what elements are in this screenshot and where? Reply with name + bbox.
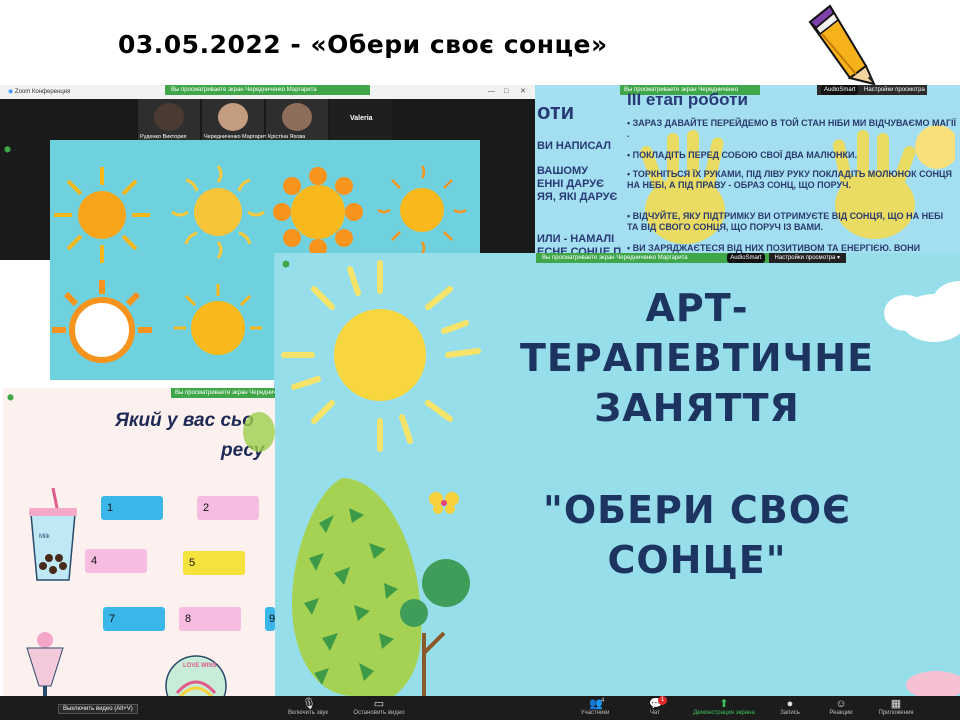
cut-text: ИЛИ - НАМАЛІ [537, 233, 615, 245]
step-bullet: • ТОРКНІТЬСЯ ЇХ РУКАМИ, ПІД ЛІВУ РУКУ ПО… [627, 169, 952, 190]
participants-button[interactable]: 👥 Участники 4 [570, 696, 620, 720]
share-notice-text: Вы просматриваете экран Чередниченко Мар… [171, 87, 317, 93]
sun-icon [54, 167, 150, 263]
resource-option[interactable]: 4 [85, 549, 147, 573]
share-notice-bar: Вы просматриваете экран Чередниченко Мар… [165, 85, 370, 95]
cut-text: ЕННІ ДАРУЄ [537, 178, 604, 190]
cut-text: ЯЯ, ЯКІ ДАРУЄ [537, 191, 618, 203]
microphone-icon: 🎙 [302, 698, 316, 710]
participant-video [154, 103, 184, 131]
close-icon[interactable]: ✕ [520, 85, 526, 99]
sundae-icon [26, 632, 64, 702]
cut-text: ВИ НАПИСАЛ [537, 140, 611, 152]
page-title: 03.05.2022 - «Обери своє сонце» [118, 30, 608, 59]
participant-name: Valeria [350, 115, 373, 122]
maximize-icon[interactable]: □ [504, 85, 508, 99]
participants-icon: 👥 [589, 698, 603, 710]
step-left-heading: оти [537, 99, 575, 124]
share-screen-button[interactable]: ⬆ Демонстрация экрана [686, 696, 762, 720]
slide-title-line: СОНЦЕ" [607, 538, 787, 582]
slide-title-line: "ОБЕРИ СВОЄ [543, 488, 851, 532]
reactions-button[interactable]: ☺ Реакции [818, 696, 864, 720]
shield-icon: ⬢ [7, 393, 14, 402]
share-notice-bar: Вы просматриваете экран Чередниченко [171, 388, 275, 398]
share-screen-icon: ⬆ [719, 698, 729, 710]
sun-icon [171, 165, 265, 259]
step-heading: III етап роботи [627, 90, 748, 109]
participant-tile[interactable]: Чередниченко Маргарита [202, 99, 269, 141]
slide-title-line: ЗАНЯТТЯ [594, 386, 800, 430]
reaction-icon: ☺ [835, 698, 847, 710]
participant-tile[interactable]: Valeria [330, 99, 392, 141]
resource-option[interactable]: 5 [183, 551, 245, 575]
badge-text: LOVE WINS [183, 663, 217, 669]
zoom-title: Zoom Конференция [14, 89, 71, 95]
apps-icon: ▦ [890, 698, 902, 710]
resource-option[interactable]: 1 [101, 496, 163, 520]
participant-tile[interactable]: Крістіна Яхова [266, 99, 328, 141]
shield-icon: ⬢ [4, 145, 11, 154]
share-notice-text: Вы просматриваете экран Чередниченко [175, 390, 275, 396]
leaf-decoration [243, 412, 275, 452]
main-slide: Вы просматриваете экран Чередниченко Мар… [274, 253, 960, 696]
slide-title-line: АРТ- [645, 286, 749, 330]
view-settings-button[interactable]: Настройки просмотра [864, 87, 925, 93]
sun-icon [273, 167, 363, 257]
participant-video [218, 103, 248, 131]
resource-option[interactable]: 2 [197, 496, 259, 520]
flower-decoration [906, 671, 960, 696]
mute-button[interactable]: 🎙 Включить звук [278, 696, 338, 720]
slide-title-line: ТЕРАПЕВТИЧНЕ [519, 336, 875, 380]
view-settings-bar[interactable]: AudioSmart Настройки просмотра [817, 85, 927, 95]
zoom-toolbar: 🎙 Включить звук ▭ Остановить видео 👥 Уча… [0, 696, 960, 720]
video-tooltip: Выключить видео (Alt+V) [58, 704, 138, 714]
audiosmart-label: AudioSmart [821, 85, 859, 95]
step-bullet: • ЗАРАЗ ДАВАЙТЕ ПЕРЕЙДЕМО В ТОЙ СТАН НІБ… [627, 118, 957, 139]
sun-icon [52, 280, 152, 363]
participant-count: 4 [601, 698, 605, 704]
chat-button[interactable]: 💬 Чат 1 [640, 696, 670, 720]
participant-video [282, 103, 312, 131]
resource-option[interactable]: 9 [265, 607, 275, 631]
sun-icon [377, 165, 467, 255]
resource-slide: Вы просматриваете экран Чередниченко ⬢ Я… [3, 388, 275, 708]
resource-option[interactable]: 7 [103, 607, 165, 631]
minimize-icon[interactable]: — [488, 85, 495, 99]
participant-tile[interactable]: Руденко Виктория [138, 99, 200, 141]
stop-video-button[interactable]: ▭ Остановить видео [346, 696, 412, 720]
steps-slide: Вы просматриваете экран Чередниченко Aud… [535, 85, 960, 260]
bubble-tea-icon [29, 488, 77, 581]
resource-option[interactable]: 8 [179, 607, 241, 631]
chat-unread-badge: 1 [658, 696, 667, 705]
camera-icon: ▭ [373, 698, 385, 710]
milk-label: Milk [39, 534, 50, 540]
sun-icon [174, 284, 262, 355]
apps-button[interactable]: ▦ Приложения [868, 696, 924, 720]
cut-text: ВАШОМУ [537, 165, 588, 177]
step-bullet: • ПОКЛАДІТЬ ПЕРЕД СОБОЮ СВОЇ ДВА МАЛЮНКИ… [627, 150, 857, 160]
step-bullet: • ВІДЧУЙТЕ, ЯКУ ПІДТРИМКУ ВИ ОТРИМУЄТЕ В… [627, 211, 944, 232]
pencil-clipart-icon [808, 4, 876, 86]
record-button[interactable]: ● Запись [770, 696, 810, 720]
record-icon: ● [786, 698, 794, 710]
zoom-logo-icon: ◉ [8, 89, 14, 95]
